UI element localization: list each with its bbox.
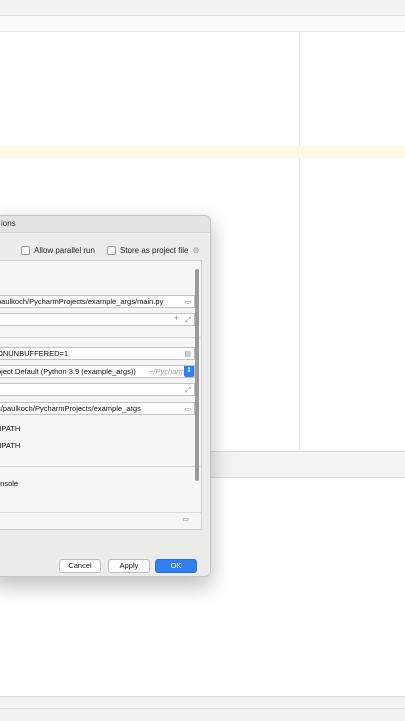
section-divider — [0, 337, 201, 338]
status-bar-divider — [0, 708, 405, 709]
allow-parallel-run-label: Allow parallel run — [34, 245, 95, 255]
parameters-field[interactable]: + ⤢ — [0, 313, 195, 326]
list-icon[interactable]: ▤ — [184, 349, 191, 359]
folder-icon[interactable]: ▭ — [184, 297, 191, 307]
expand-icon[interactable]: ⤢ — [185, 315, 191, 325]
dialog-title: ions — [1, 219, 16, 228]
checkbox-box[interactable] — [21, 245, 30, 255]
expand-icon[interactable]: ⤢ — [185, 385, 191, 395]
working-directory-value: s/paulkoch/PycharmProjects/example_args — [0, 404, 141, 413]
ok-button[interactable]: OK — [155, 559, 197, 573]
dropdown-arrow-icon[interactable]: ⇕ — [184, 366, 194, 377]
right-margin-guide — [299, 32, 300, 452]
store-as-project-file-checkbox[interactable]: Store as project file ⚙ — [107, 245, 200, 255]
script-path-value: paulkoch/PycharmProjects/example_args/ma… — [0, 297, 164, 306]
gear-icon[interactable]: ⚙ — [192, 246, 199, 255]
python-interpreter-select[interactable]: oject Default (Python 3.9 (example_args)… — [0, 365, 195, 378]
cancel-button[interactable]: Cancel — [59, 559, 101, 573]
checkbox-box[interactable] — [107, 245, 116, 255]
folder-icon[interactable]: ▭ — [182, 515, 189, 523]
run-configurations-dialog: ions Allow parallel run Store as project… — [0, 215, 211, 577]
section-divider — [0, 512, 201, 513]
emulate-console-label: onsole — [0, 479, 19, 488]
breadcrumb-bar — [0, 16, 405, 32]
script-path-field[interactable]: paulkoch/PycharmProjects/example_args/ma… — [0, 295, 195, 308]
content-roots-pythonpath-label: NPATH — [0, 424, 21, 433]
environment-variables-field[interactable]: ONUNBUFFERED=1 ▤ — [0, 347, 195, 360]
interpreter-options-field[interactable]: ⤢ — [0, 383, 195, 396]
current-line-highlight — [0, 146, 405, 158]
environment-variables-value: ONUNBUFFERED=1 — [0, 349, 69, 358]
dialog-title-bar: ions — [0, 216, 210, 233]
apply-button[interactable]: Apply — [108, 559, 150, 573]
configuration-panel: paulkoch/PycharmProjects/example_args/ma… — [0, 260, 202, 530]
plus-icon[interactable]: + — [174, 314, 179, 324]
working-directory-field[interactable]: s/paulkoch/PycharmProjects/example_args … — [0, 402, 195, 415]
editor-tab-bar — [0, 0, 405, 16]
allow-parallel-run-checkbox[interactable]: Allow parallel run — [21, 245, 95, 255]
section-divider — [0, 466, 201, 467]
source-roots-pythonpath-label: NPATH — [0, 441, 21, 450]
folder-icon[interactable]: ▭ — [184, 404, 191, 414]
vertical-scrollbar[interactable] — [195, 269, 199, 481]
store-as-project-file-label: Store as project file — [120, 245, 189, 255]
python-interpreter-value: oject Default (Python 3.9 (example_args)… — [0, 367, 136, 376]
